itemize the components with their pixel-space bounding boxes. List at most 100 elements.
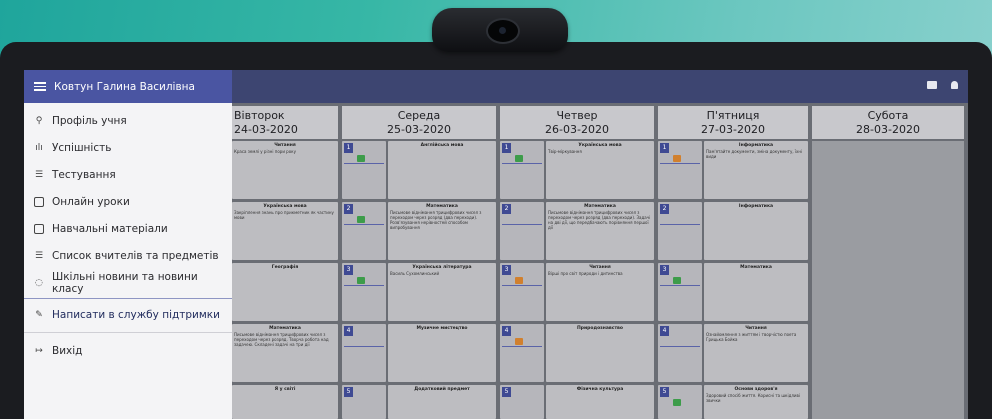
lesson-subject: Додатковий предмет — [414, 387, 470, 392]
lesson-meta: 5 — [342, 385, 386, 419]
lesson-card[interactable]: Математика — [704, 263, 808, 321]
lesson-meta: 4 — [500, 324, 544, 382]
day-date: 26-03-2020 — [545, 123, 609, 136]
day-date: 24-03-2020 — [234, 123, 298, 136]
lesson-card[interactable]: Географія — [232, 263, 338, 321]
person-icon: ⚲ — [35, 115, 43, 126]
day-header: Субота 28-03-2020 — [812, 106, 964, 139]
lesson-note: Василь Сухомлинський — [390, 271, 440, 276]
sidebar-item-label: Успішність — [52, 141, 112, 154]
lesson-meta: 4 — [342, 324, 386, 382]
lesson-card[interactable]: Інформатика Пам'ятайте документи, зміна д… — [704, 141, 808, 199]
sidebar-item-teachers[interactable]: ☰ Список вчителів та предметів — [24, 242, 232, 269]
grade-badge — [673, 155, 681, 162]
lesson-subject: Фізична культура — [576, 387, 624, 392]
sidebar-item-label: Навчальні матеріали — [52, 222, 168, 235]
lesson-card[interactable]: Українська література Василь Сухомлинськи… — [388, 263, 496, 321]
lesson-card[interactable]: Природознавство — [546, 324, 654, 382]
lesson-number: 3 — [660, 265, 669, 275]
lesson-meta: 2 — [342, 202, 386, 260]
sidebar-item-label: Тестування — [52, 168, 116, 181]
sidebar-item-label: Вихід — [52, 344, 83, 357]
sidebar-item-online-lessons[interactable]: Онлайн уроки — [24, 188, 232, 215]
sidebar-item-materials[interactable]: Навчальні матеріали — [24, 215, 232, 242]
day-name: Четвер — [556, 109, 598, 122]
lesson-number: 1 — [660, 143, 669, 153]
lesson-card[interactable]: Інформатика — [704, 202, 808, 260]
lesson-card[interactable]: Музичне мистецтво — [388, 324, 496, 382]
lesson-meta: 2 — [658, 202, 702, 260]
lesson-card[interactable]: Математика Письмове віднімання трицифрови… — [546, 202, 654, 260]
lesson-subject: Музичне мистецтво — [416, 326, 468, 331]
lesson-note: Краса землі у різні пори року — [234, 149, 296, 154]
day-header: Четвер 26-03-2020 — [500, 106, 654, 139]
sidebar-item-label: Онлайн уроки — [52, 195, 130, 208]
day-date: 25-03-2020 — [387, 123, 451, 136]
menu-icon[interactable] — [34, 80, 46, 93]
sidebar-item-logout[interactable]: ↦ Вихід — [24, 337, 232, 364]
day-date: 28-03-2020 — [856, 123, 920, 136]
book-icon — [34, 223, 44, 234]
bell-icon[interactable] — [951, 81, 958, 89]
lesson-card[interactable]: Математика Письмове віднімання трицифрови… — [232, 324, 338, 382]
webcam — [432, 8, 568, 52]
bar-chart-icon: ılı — [35, 142, 43, 153]
lesson-meta: 4 — [658, 324, 702, 382]
sidebar-item-label: Профіль учня — [52, 114, 127, 127]
lesson-number: 5 — [502, 387, 511, 397]
lesson-number: 2 — [660, 204, 669, 214]
lesson-number: 1 — [344, 143, 353, 153]
day-header: Середа 25-03-2020 — [342, 106, 496, 139]
day-date: 27-03-2020 — [701, 123, 765, 136]
grade-badge — [357, 155, 365, 162]
lesson-card[interactable]: Додатковий предмет — [388, 385, 496, 419]
grade-badge — [515, 277, 523, 284]
day-header: Вівторок 24-03-2020 — [232, 106, 338, 139]
mail-icon[interactable] — [927, 81, 937, 89]
logout-icon: ↦ — [35, 345, 43, 356]
lesson-meta: 2 — [500, 202, 544, 260]
chat-icon: ◌ — [35, 277, 43, 288]
pencil-icon: ✎ — [35, 309, 43, 320]
lesson-card[interactable]: Я у світі — [232, 385, 338, 419]
lesson-meta: 3 — [500, 263, 544, 321]
lesson-card[interactable]: Фізична культура — [546, 385, 654, 419]
divider — [24, 298, 232, 299]
lesson-note: Здоровий спосіб життя. Корисні та шкідли… — [706, 393, 800, 403]
sidebar-item-profile[interactable]: ⚲ Профіль учня — [24, 107, 232, 134]
sidebar-item-testing[interactable]: ☰ Тестування — [24, 161, 232, 188]
top-bar: Ковтун Галина Василівна — [24, 70, 968, 103]
lesson-note: Письмове віднімання трицифрових чисел з … — [234, 332, 329, 347]
lesson-number: 5 — [344, 387, 353, 397]
lesson-card[interactable]: Читання Ознайомлення з життям і творчістю… — [704, 324, 808, 382]
lesson-card[interactable]: Українська мова Закріплення знань про при… — [232, 202, 338, 260]
lesson-card[interactable]: Математика Письмове віднімання трицифрови… — [388, 202, 496, 260]
schedule-grid: Вівторок 24-03-2020 Середа 25-03-2020 Четв… — [232, 103, 968, 419]
lesson-card[interactable]: Англійська мова — [388, 141, 496, 199]
sidebar-item-support[interactable]: ✎ Написати в службу підтримки — [24, 301, 232, 328]
day-name: Субота — [867, 109, 909, 122]
lesson-number: 4 — [502, 326, 511, 336]
app-header: Ковтун Галина Василівна — [24, 70, 232, 103]
sidebar-item-performance[interactable]: ılı Успішність — [24, 134, 232, 161]
lesson-meta: 3 — [342, 263, 386, 321]
lesson-number: 1 — [502, 143, 511, 153]
lesson-card[interactable]: Читання Краса землі у різні пори року — [232, 141, 338, 199]
lesson-card[interactable]: Українська мова Твір-міркування — [546, 141, 654, 199]
lesson-note: Закріплення знань про прикметник як част… — [234, 210, 334, 220]
grade-badge — [357, 277, 365, 284]
user-name: Ковтун Галина Василівна — [54, 80, 195, 93]
list-icon: ☰ — [34, 169, 44, 180]
lesson-number: 3 — [344, 265, 353, 275]
video-icon — [34, 196, 44, 207]
lesson-note: Письмове віднімання трицифрових чисел з … — [390, 210, 482, 230]
lesson-card[interactable]: Основи здоров'я Здоровий спосіб життя. Ко… — [704, 385, 808, 419]
sidebar: ⚲ Профіль учня ılı Успішність ☰ Тестування … — [24, 103, 232, 419]
lesson-card[interactable]: Читання Вірші про світ природи і дитинств… — [546, 263, 654, 321]
lesson-subject: Природознавство — [576, 326, 623, 331]
grade-badge — [673, 277, 681, 284]
grade-badge — [357, 216, 365, 223]
divider — [24, 332, 232, 333]
lesson-number: 4 — [660, 326, 669, 336]
sidebar-item-news[interactable]: ◌ Шкільні новини та новини класу — [24, 269, 232, 296]
